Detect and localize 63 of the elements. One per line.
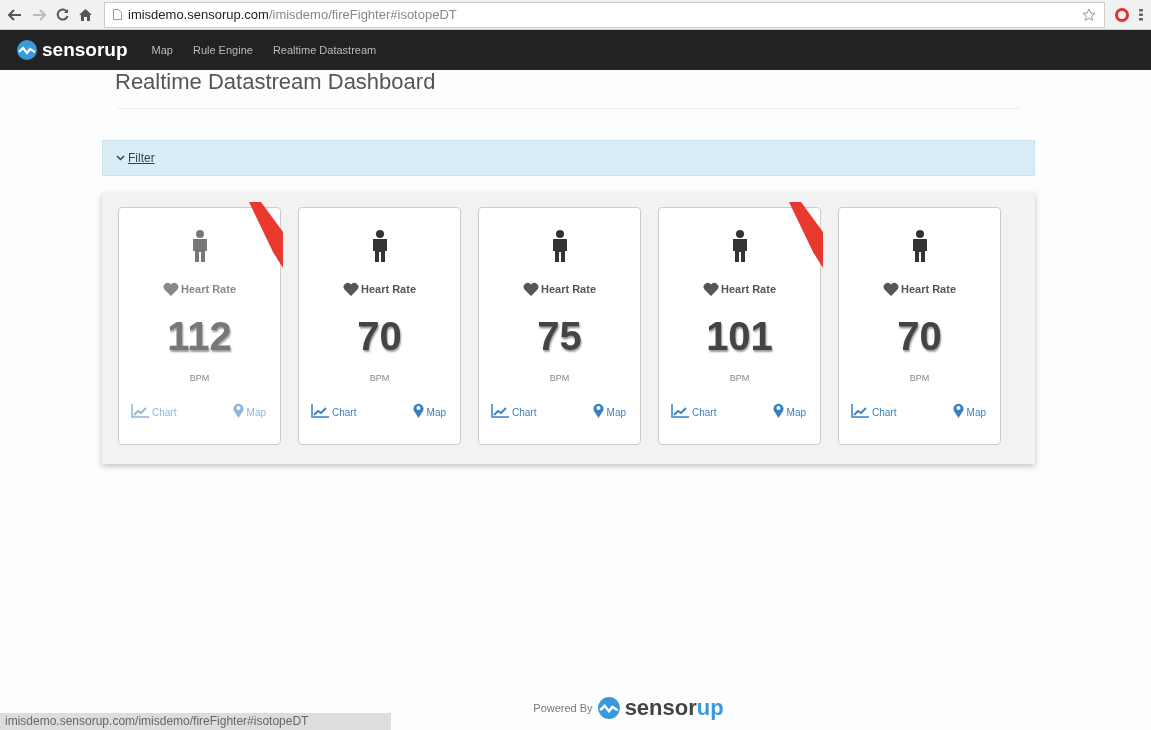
ring-icon[interactable] bbox=[1115, 7, 1129, 22]
footer-brand: sensorup bbox=[624, 695, 724, 721]
map-link[interactable]: Map bbox=[952, 403, 986, 418]
reload-icon[interactable] bbox=[56, 8, 69, 21]
map-link[interactable]: Map bbox=[772, 403, 806, 418]
metric-value: 70 bbox=[357, 314, 402, 359]
metric-unit: BPM bbox=[369, 373, 390, 383]
line-chart-icon bbox=[491, 404, 509, 418]
person-icon bbox=[550, 230, 569, 262]
nav-link[interactable]: Realtime Datastream bbox=[272, 44, 377, 56]
logo-icon bbox=[16, 39, 38, 61]
person-icon bbox=[370, 230, 389, 262]
chart-link[interactable]: Chart bbox=[671, 403, 717, 418]
star-icon[interactable] bbox=[1082, 7, 1096, 22]
heart-icon bbox=[343, 282, 359, 296]
chart-link[interactable]: Chart bbox=[851, 403, 897, 418]
chevron-icon bbox=[116, 155, 125, 161]
metric-label: Heart Rate bbox=[361, 283, 416, 295]
chart-link[interactable]: Chart bbox=[491, 403, 537, 418]
filter-toggle[interactable]: Filter bbox=[116, 151, 155, 165]
chart-link[interactable]: Chart bbox=[311, 403, 357, 418]
nav-link[interactable]: Map bbox=[151, 44, 173, 56]
line-chart-icon bbox=[131, 404, 149, 418]
metric-value: 70 bbox=[897, 314, 942, 359]
back-icon[interactable] bbox=[8, 8, 22, 21]
metric-unit: BPM bbox=[909, 373, 930, 383]
heart-icon bbox=[883, 282, 899, 296]
map-link[interactable]: Map bbox=[592, 403, 626, 418]
heart-icon bbox=[163, 282, 179, 296]
map-pin-icon bbox=[232, 403, 244, 418]
nav-link[interactable]: Rule Engine bbox=[192, 44, 253, 56]
person-icon bbox=[190, 230, 209, 262]
person-icon bbox=[730, 230, 749, 262]
menu-icon[interactable] bbox=[1139, 8, 1143, 21]
brand-name[interactable]: sensorup bbox=[42, 39, 128, 61]
metric-unit: BPM bbox=[549, 373, 570, 383]
metric-unit: BPM bbox=[729, 373, 750, 383]
page-title: Realtime Datastream Dashboard bbox=[115, 70, 437, 94]
map-pin-icon bbox=[952, 403, 964, 418]
metric-label: Heart Rate bbox=[541, 283, 596, 295]
heart-icon bbox=[703, 282, 719, 296]
metric-value: 75 bbox=[537, 314, 582, 359]
metric-value: 101 bbox=[706, 314, 773, 359]
metric-label: Heart Rate bbox=[721, 283, 776, 295]
metric-label: Heart Rate bbox=[181, 283, 236, 295]
map-pin-icon bbox=[412, 403, 424, 418]
metric-value: 112 bbox=[167, 314, 232, 359]
map-pin-icon bbox=[592, 403, 604, 418]
line-chart-icon bbox=[851, 404, 869, 418]
home-icon[interactable] bbox=[79, 8, 92, 21]
map-pin-icon bbox=[772, 403, 784, 418]
map-link[interactable]: Map bbox=[412, 403, 446, 418]
line-chart-icon bbox=[671, 404, 689, 418]
powered-by-text: Powered By bbox=[533, 702, 593, 714]
page-icon bbox=[113, 9, 122, 20]
status-url: imisdemo.sensorup.com/imisdemo/fireFighter#isotopeDT bbox=[0, 713, 391, 730]
heart-icon bbox=[523, 282, 539, 296]
person-icon bbox=[910, 230, 929, 262]
address-bar[interactable]: imisdemo.sensorup.com/imisdemo/fireFighter#isotopeDT bbox=[104, 1, 1105, 28]
line-chart-icon bbox=[311, 404, 329, 418]
metric-label: Heart Rate bbox=[901, 283, 956, 295]
logo-icon bbox=[596, 696, 621, 720]
metric-unit: BPM bbox=[189, 373, 210, 383]
